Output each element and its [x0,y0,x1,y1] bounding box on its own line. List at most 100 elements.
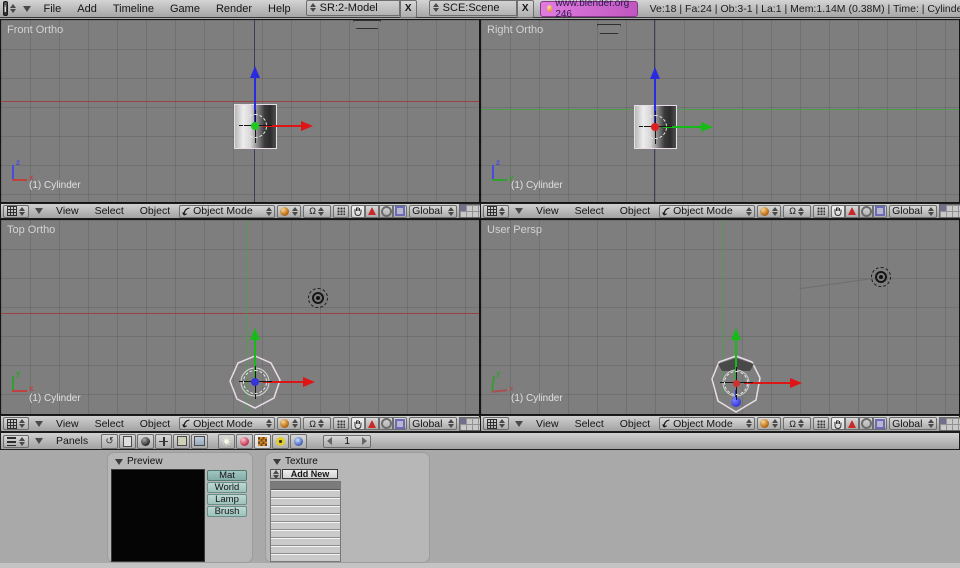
menu-view[interactable]: View [49,418,86,430]
pivot-button[interactable]: Ω [303,205,331,218]
menu-select[interactable]: Select [88,205,131,217]
layer-buttons-group1[interactable] [939,417,960,431]
header-menu-collapse-icon[interactable] [515,421,523,427]
editor-type-button[interactable] [3,205,29,218]
editor-type-button[interactable] [3,417,29,430]
editor-type-button[interactable] [483,417,509,430]
scene-selector[interactable]: SCE:Scene [429,0,517,16]
mode-dropdown[interactable]: Object Mode [659,417,755,430]
menu-view[interactable]: View [529,418,566,430]
header-menu-collapse-icon[interactable] [35,421,43,427]
preview-mat-button[interactable]: Mat [207,470,247,481]
panel-collapse-icon[interactable] [115,459,123,465]
orientation-dropdown[interactable]: Global [889,205,937,218]
pivot-button[interactable]: Ω [303,417,331,430]
scene-delete-button[interactable]: X [517,0,534,18]
header-menu-collapse-icon[interactable] [35,208,43,214]
texture-slot-list[interactable] [270,481,341,562]
editor-type-button[interactable] [3,435,29,448]
info-window-button[interactable]: i [3,1,8,16]
draw-type-button[interactable] [757,205,781,218]
manipulator-translate-button[interactable] [845,205,859,218]
orientation-dropdown[interactable]: Global [409,205,457,218]
gizmo-x-arrowhead[interactable] [790,378,802,388]
gizmo-y-arrowhead[interactable] [731,328,741,340]
add-new-texture-button[interactable]: Add New [282,469,338,479]
manipulator-translate-button[interactable] [365,205,379,218]
manipulator-hand-button[interactable] [351,205,365,218]
menu-add[interactable]: Add [70,3,104,15]
active-layer-cell[interactable] [460,418,466,424]
preview-panel-header[interactable]: Preview [115,456,163,467]
panel-collapse-icon[interactable] [273,459,281,465]
context-logic-button[interactable]: ↺ [101,434,118,449]
frame-number-stepper[interactable]: 1 [323,435,371,448]
manipulator-scale-button[interactable] [393,417,407,430]
menu-view[interactable]: View [49,205,86,217]
gizmo-x-arrowhead[interactable] [301,121,313,131]
preview-world-button[interactable]: World [207,482,247,493]
header-menu-collapse-icon[interactable] [35,438,43,444]
active-layer-cell[interactable] [940,205,946,211]
texture-panel-header[interactable]: Texture [273,456,318,467]
blender-org-link[interactable]: www.blender.org 246 [540,1,638,17]
snap-button[interactable] [333,205,349,218]
menu-help[interactable]: Help [261,3,298,15]
active-layer-cell[interactable] [940,418,946,424]
context-script-button[interactable] [119,434,136,449]
orientation-dropdown[interactable]: Global [889,417,937,430]
orientation-dropdown[interactable]: Global [409,417,457,430]
menu-object[interactable]: Object [613,418,657,430]
area-handle[interactable] [597,24,621,34]
lamp-object[interactable] [871,267,891,287]
screen-delete-button[interactable]: X [400,0,417,18]
menu-timeline[interactable]: Timeline [106,3,161,15]
editor-combo-icon[interactable] [10,3,17,14]
snap-button[interactable] [813,417,829,430]
manipulator-scale-button[interactable] [393,205,407,218]
active-layer-cell[interactable] [460,205,466,211]
preview-brush-button[interactable]: Brush [207,506,247,517]
draw-type-button[interactable] [277,417,301,430]
menu-render[interactable]: Render [209,3,259,15]
mode-dropdown[interactable]: Object Mode [659,205,755,218]
gizmo-y-arrowhead[interactable] [701,122,713,132]
context-shading-button[interactable] [137,434,154,449]
manipulator-hand-button[interactable] [351,417,365,430]
texture-browse-combo[interactable] [270,469,281,479]
manipulator-rotate-button[interactable] [379,205,393,218]
mode-dropdown[interactable]: Object Mode [179,417,275,430]
menu-view[interactable]: View [529,205,566,217]
manipulator-rotate-button[interactable] [379,417,393,430]
manipulator-hand-button[interactable] [831,205,845,218]
preview-lamp-button[interactable]: Lamp [207,494,247,505]
gizmo-y-arrowhead[interactable] [250,328,260,340]
snap-button[interactable] [333,417,349,430]
subcontext-radiosity-button[interactable] [272,434,289,449]
menu-select[interactable]: Select [568,418,611,430]
header-collapse-icon[interactable] [23,6,31,12]
manipulator-rotate-button[interactable] [859,205,873,218]
gizmo-z-arrowhead[interactable] [250,66,260,78]
subcontext-world-button[interactable] [290,434,307,449]
manipulator-rotate-button[interactable] [859,417,873,430]
area-handle[interactable] [353,20,381,29]
frame-decrement-icon[interactable] [327,437,332,445]
menu-select[interactable]: Select [88,418,131,430]
manipulator-translate-button[interactable] [365,417,379,430]
subcontext-texture-button[interactable] [254,434,271,449]
gizmo-z-arrowhead[interactable] [650,67,660,79]
gizmo-x-arrowhead[interactable] [303,377,315,387]
frame-increment-icon[interactable] [362,437,367,445]
mode-dropdown[interactable]: Object Mode [179,205,275,218]
lamp-object[interactable] [308,288,328,308]
pivot-button[interactable]: Ω [783,417,811,430]
context-scene-button[interactable] [191,434,208,449]
snap-button[interactable] [813,205,829,218]
manipulator-hand-button[interactable] [831,417,845,430]
menu-file[interactable]: File [37,3,69,15]
draw-type-button[interactable] [757,417,781,430]
editor-type-button[interactable] [483,205,509,218]
menu-panels[interactable]: Panels [49,435,95,447]
context-object-button[interactable] [155,434,172,449]
